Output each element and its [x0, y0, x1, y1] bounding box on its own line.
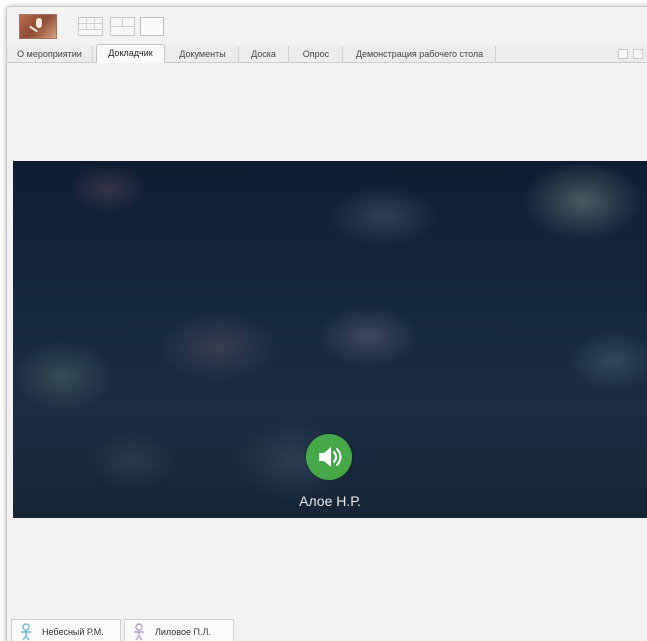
- tab-poll[interactable]: Опрос: [290, 46, 343, 63]
- speaker-volume-icon[interactable]: [306, 434, 352, 480]
- fullscreen-icon[interactable]: [633, 49, 643, 59]
- single-view-icon[interactable]: [140, 17, 164, 36]
- tab-documents[interactable]: Документы: [167, 46, 239, 63]
- top-toolbar: [7, 7, 647, 45]
- grid-cell: [111, 18, 123, 27]
- participant-name: Лиловое П.Л.: [155, 627, 211, 637]
- volume-glyph: [319, 447, 342, 467]
- grid-cell: [79, 24, 87, 30]
- grid-cell: [123, 18, 135, 27]
- participant-chip[interactable]: Лиловое П.Л.: [124, 619, 234, 641]
- person-icon: [21, 623, 31, 641]
- speaker-name: Алое Н.Р.: [299, 493, 361, 509]
- presenter-avatar-thumbnail[interactable]: [19, 14, 57, 39]
- grid-2x2-icon[interactable]: [110, 17, 135, 36]
- tab-bar: О мероприятии Докладчик Документы Доска …: [7, 44, 647, 63]
- tab-speaker[interactable]: Докладчик: [96, 44, 165, 63]
- tab-desktop-share[interactable]: Демонстрация рабочего стола: [344, 46, 496, 63]
- participant-name: Небесный Р.М.: [42, 627, 104, 637]
- grid-3x3-icon[interactable]: [78, 17, 103, 36]
- grid-cell: [87, 24, 95, 30]
- grid-cell: [95, 24, 103, 30]
- conference-window: О мероприятии Докладчик Документы Доска …: [6, 6, 647, 641]
- participant-chip[interactable]: Небесный Р.М.: [11, 619, 121, 641]
- window-mode-icon[interactable]: [618, 49, 628, 59]
- tab-whiteboard[interactable]: Доска: [239, 46, 289, 63]
- person-icon: [134, 623, 144, 641]
- tab-about-event[interactable]: О мероприятии: [7, 46, 93, 63]
- speaker-video: Алое Н.Р.: [13, 161, 647, 518]
- avatar-figure: [36, 18, 42, 28]
